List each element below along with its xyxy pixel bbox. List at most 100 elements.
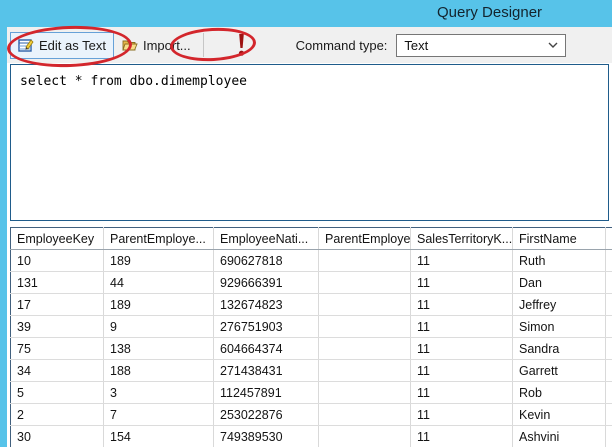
column-header[interactable]: EmployeeKey: [11, 228, 104, 250]
window-title: Query Designer: [437, 4, 542, 21]
table-cell[interactable]: [319, 426, 411, 447]
table-cell[interactable]: 11: [411, 338, 513, 360]
edit-as-text-label: Edit as Text: [39, 38, 106, 53]
table-cell[interactable]: [319, 338, 411, 360]
table-cell[interactable]: Sandra: [513, 338, 606, 360]
table-cell[interactable]: Rob: [513, 382, 606, 404]
chevron-down-icon: [548, 42, 558, 48]
table-cell[interactable]: [606, 404, 612, 426]
table-cell[interactable]: [319, 250, 411, 272]
command-type-value: Text: [404, 38, 428, 53]
table-cell[interactable]: 2: [11, 404, 104, 426]
table-row[interactable]: 17189132674823 11Jeffrey: [11, 294, 612, 316]
import-label: Import...: [143, 38, 191, 53]
table-cell[interactable]: Ashvini: [513, 426, 606, 447]
table-cell[interactable]: Jeffrey: [513, 294, 606, 316]
column-header[interactable]: ParentEmploye...: [319, 228, 411, 250]
table-cell[interactable]: 11: [411, 272, 513, 294]
results-table: EmployeeKeyParentEmploye...EmployeeNati.…: [10, 227, 612, 447]
table-cell[interactable]: 17: [11, 294, 104, 316]
table-cell[interactable]: 132674823: [214, 294, 319, 316]
table-cell[interactable]: Ruth: [513, 250, 606, 272]
column-header[interactable]: SalesTerritoryK...: [411, 228, 513, 250]
open-folder-icon: [122, 37, 138, 53]
table-cell[interactable]: 7: [104, 404, 214, 426]
table-cell[interactable]: 11: [411, 382, 513, 404]
table-cell[interactable]: [606, 426, 612, 447]
column-header[interactable]: EmployeeNati...: [214, 228, 319, 250]
table-cell[interactable]: 3: [104, 382, 214, 404]
query-text-editor[interactable]: select * from dbo.dimemployee: [10, 64, 609, 221]
table-cell[interactable]: 9: [104, 316, 214, 338]
toolbar-separator: [203, 33, 204, 57]
table-row[interactable]: 10189690627818 11Ruth: [11, 250, 612, 272]
table-row[interactable]: 399276751903 11Simon: [11, 316, 612, 338]
table-cell[interactable]: 39: [11, 316, 104, 338]
table-cell[interactable]: 690627818: [214, 250, 319, 272]
table-cell[interactable]: Garrett: [513, 360, 606, 382]
table-cell[interactable]: 189: [104, 250, 214, 272]
title-bar[interactable]: Query Designer: [0, 0, 612, 27]
run-query-button[interactable]: [230, 31, 254, 59]
table-cell[interactable]: 929666391: [214, 272, 319, 294]
table-cell[interactable]: [606, 294, 612, 316]
table-cell[interactable]: 5: [11, 382, 104, 404]
table-cell[interactable]: 11: [411, 294, 513, 316]
table-cell[interactable]: 271438431: [214, 360, 319, 382]
table-cell[interactable]: Simon: [513, 316, 606, 338]
table-row[interactable]: 13144929666391 11Dan: [11, 272, 612, 294]
table-cell[interactable]: Kevin: [513, 404, 606, 426]
table-cell[interactable]: 154: [104, 426, 214, 447]
table-cell[interactable]: 11: [411, 360, 513, 382]
window-left-border: [0, 27, 7, 447]
table-cell[interactable]: 131: [11, 272, 104, 294]
toolbar: Edit as Text Import... Command type:: [7, 27, 612, 63]
table-row[interactable]: 34188271438431 11Garrett: [11, 360, 612, 382]
table-cell[interactable]: [319, 316, 411, 338]
table-cell[interactable]: [606, 316, 612, 338]
table-cell[interactable]: [606, 360, 612, 382]
table-cell[interactable]: 75: [11, 338, 104, 360]
table-cell[interactable]: 604664374: [214, 338, 319, 360]
table-row[interactable]: 27253022876 11Kevin: [11, 404, 612, 426]
table-cell[interactable]: 11: [411, 426, 513, 447]
table-cell[interactable]: 138: [104, 338, 214, 360]
table-cell[interactable]: 11: [411, 404, 513, 426]
table-cell[interactable]: [606, 382, 612, 404]
column-header[interactable]: ParentEmploye...: [104, 228, 214, 250]
edit-as-text-button[interactable]: Edit as Text: [10, 32, 114, 59]
table-cell[interactable]: 112457891: [214, 382, 319, 404]
table-cell[interactable]: 749389530: [214, 426, 319, 447]
exclamation-icon: [236, 34, 247, 57]
table-cell[interactable]: Dan: [513, 272, 606, 294]
table-cell[interactable]: 34: [11, 360, 104, 382]
table-cell[interactable]: 11: [411, 250, 513, 272]
table-cell[interactable]: 253022876: [214, 404, 319, 426]
table-cell[interactable]: 276751903: [214, 316, 319, 338]
table-row[interactable]: 75138604664374 11Sandra: [11, 338, 612, 360]
column-header[interactable]: FirstName: [513, 228, 606, 250]
table-cell[interactable]: [319, 382, 411, 404]
header-row: EmployeeKeyParentEmploye...EmployeeNati.…: [11, 228, 612, 250]
edit-as-text-icon: [18, 37, 34, 53]
table-cell[interactable]: 188: [104, 360, 214, 382]
table-cell[interactable]: 30: [11, 426, 104, 447]
table-row[interactable]: 53112457891 11Rob: [11, 382, 612, 404]
table-cell[interactable]: [319, 294, 411, 316]
table-cell[interactable]: [606, 250, 612, 272]
import-button[interactable]: Import...: [114, 32, 199, 59]
table-cell[interactable]: [319, 272, 411, 294]
table-cell[interactable]: 11: [411, 316, 513, 338]
table-cell[interactable]: 10: [11, 250, 104, 272]
column-header[interactable]: [606, 228, 612, 250]
table-cell[interactable]: 44: [104, 272, 214, 294]
table-row[interactable]: 30154749389530 11Ashvini: [11, 426, 612, 447]
table-cell[interactable]: [319, 360, 411, 382]
results-grid: EmployeeKeyParentEmploye...EmployeeNati.…: [10, 227, 612, 447]
command-type-label: Command type:: [296, 38, 388, 53]
table-cell[interactable]: [606, 272, 612, 294]
command-type-dropdown[interactable]: Text: [396, 34, 566, 57]
table-cell[interactable]: 189: [104, 294, 214, 316]
table-cell[interactable]: [606, 338, 612, 360]
table-cell[interactable]: [319, 404, 411, 426]
